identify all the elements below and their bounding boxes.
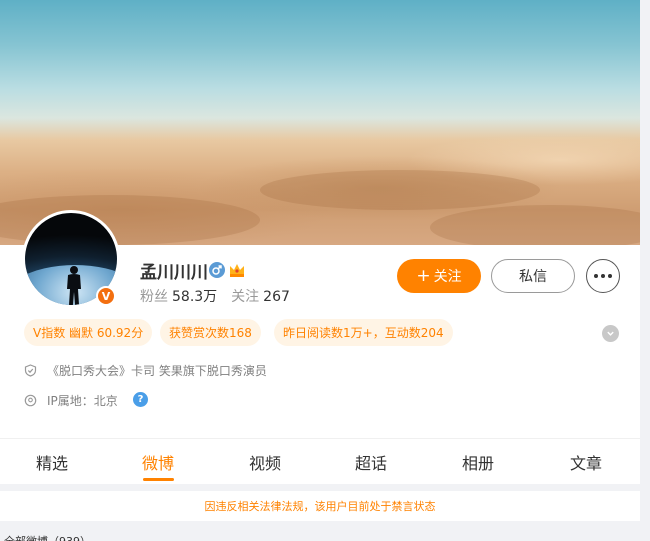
chevron-down-icon[interactable] bbox=[602, 325, 619, 342]
cover-banner bbox=[0, 0, 640, 245]
message-button[interactable]: 私信 bbox=[491, 259, 575, 293]
reward-count-badge[interactable]: 获赞赏次数168 bbox=[160, 319, 261, 346]
tab-video[interactable]: 视频 bbox=[235, 439, 295, 485]
profile-tabs: 精选 微博 视频 超话 相册 文章 bbox=[0, 438, 640, 484]
crown-icon bbox=[230, 264, 244, 277]
tab-featured[interactable]: 精选 bbox=[22, 439, 82, 485]
feed-header: 全部微博（939） bbox=[4, 533, 91, 541]
tab-articles[interactable]: 文章 bbox=[556, 439, 616, 485]
mute-notice: 因违反相关法律法规，该用户目前处于禁言状态 bbox=[0, 491, 640, 521]
reading-stats-badge[interactable]: 昨日阅读数1万+，互动数204 bbox=[274, 319, 453, 346]
help-icon[interactable]: ? bbox=[133, 392, 148, 407]
gender-male-icon bbox=[209, 262, 225, 278]
more-dots-icon[interactable] bbox=[586, 259, 620, 293]
tab-album[interactable]: 相册 bbox=[448, 439, 508, 485]
following-count[interactable]: 267 bbox=[263, 289, 290, 305]
active-tab-indicator bbox=[143, 478, 174, 481]
bio-row: 《脱口秀大会》卡司 笑果旗下脱口秀演员 bbox=[24, 362, 267, 379]
verified-badge: V bbox=[96, 286, 116, 306]
username: 孟川川川 bbox=[140, 263, 208, 283]
follow-button-label: 关注 bbox=[433, 269, 462, 285]
profile-page: V 孟川川川 粉丝 58.3万 关注 267 + 关注 私信 V指数 幽默 60.92… bbox=[0, 0, 640, 541]
bio-text: 《脱口秀大会》卡司 笑果旗下脱口秀演员 bbox=[47, 364, 267, 378]
v-index-badge[interactable]: V指数 幽默 60.92分 bbox=[24, 319, 153, 346]
follow-button[interactable]: + 关注 bbox=[397, 259, 481, 293]
ip-location-text: IP属地：北京 bbox=[47, 394, 118, 408]
profile-stats: 粉丝 58.3万 关注 267 bbox=[140, 286, 290, 306]
location-icon bbox=[24, 394, 37, 407]
message-button-label: 私信 bbox=[519, 269, 547, 285]
avatar-person-silhouette bbox=[67, 266, 81, 305]
fans-count[interactable]: 58.3万 bbox=[172, 289, 217, 305]
plus-icon: + bbox=[416, 266, 431, 286]
shield-icon bbox=[24, 364, 37, 377]
tab-supertopic[interactable]: 超话 bbox=[341, 439, 401, 485]
following-label: 关注 bbox=[231, 289, 260, 305]
fans-label: 粉丝 bbox=[140, 289, 168, 305]
ip-location-row: IP属地：北京 bbox=[24, 392, 118, 409]
